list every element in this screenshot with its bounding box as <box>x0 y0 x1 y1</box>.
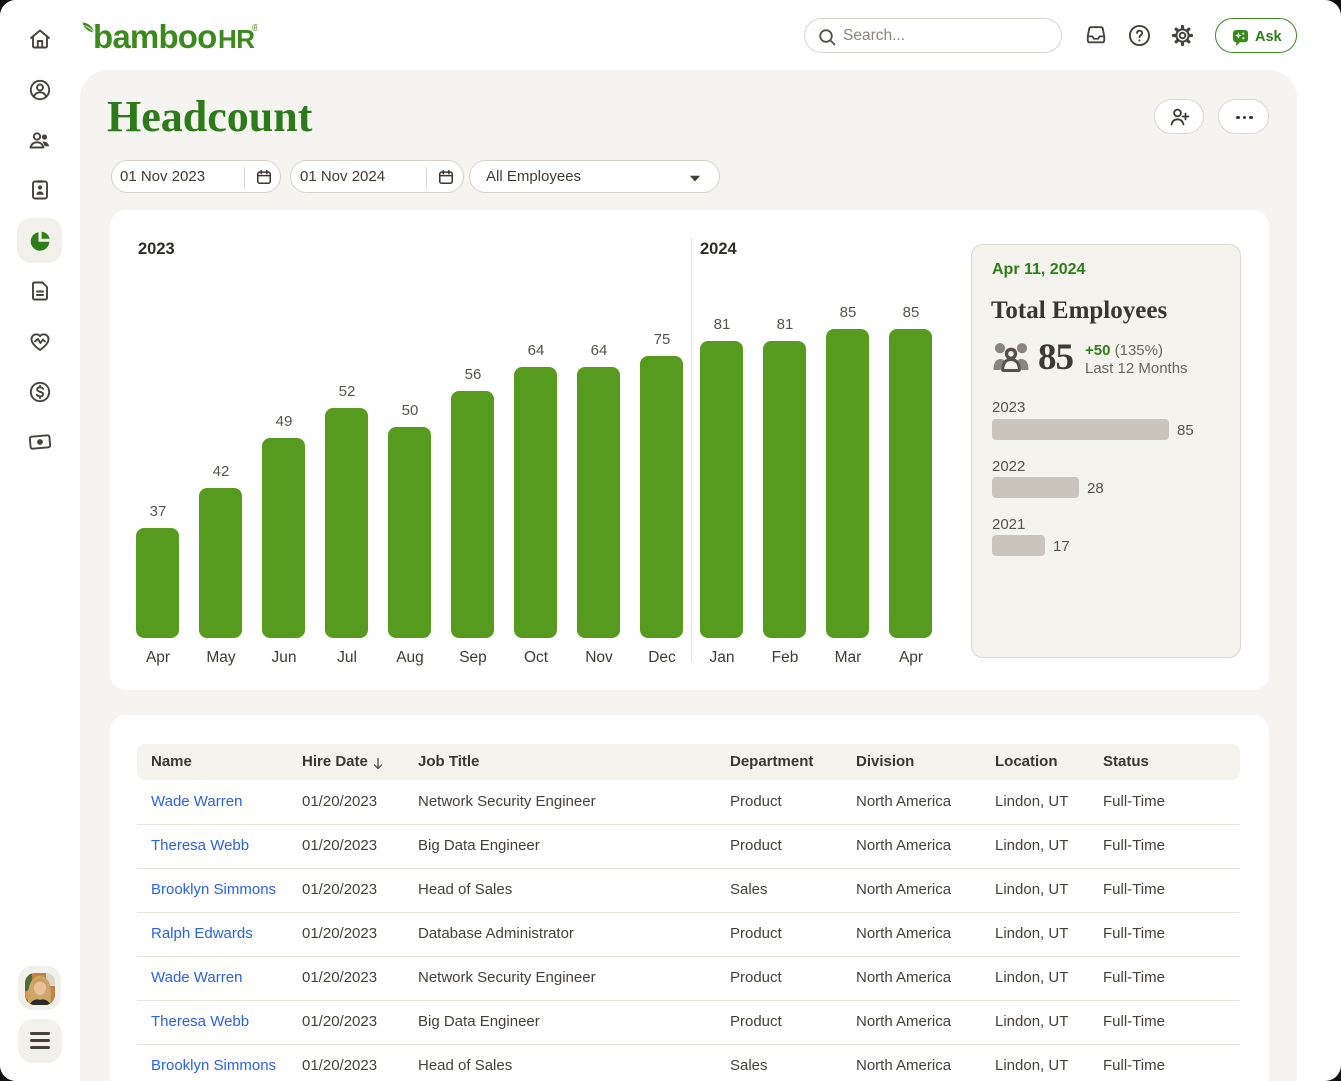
svg-text:bamboo: bamboo <box>93 18 217 54</box>
svg-text:®: ® <box>252 23 257 34</box>
svg-text:HR: HR <box>218 24 255 54</box>
